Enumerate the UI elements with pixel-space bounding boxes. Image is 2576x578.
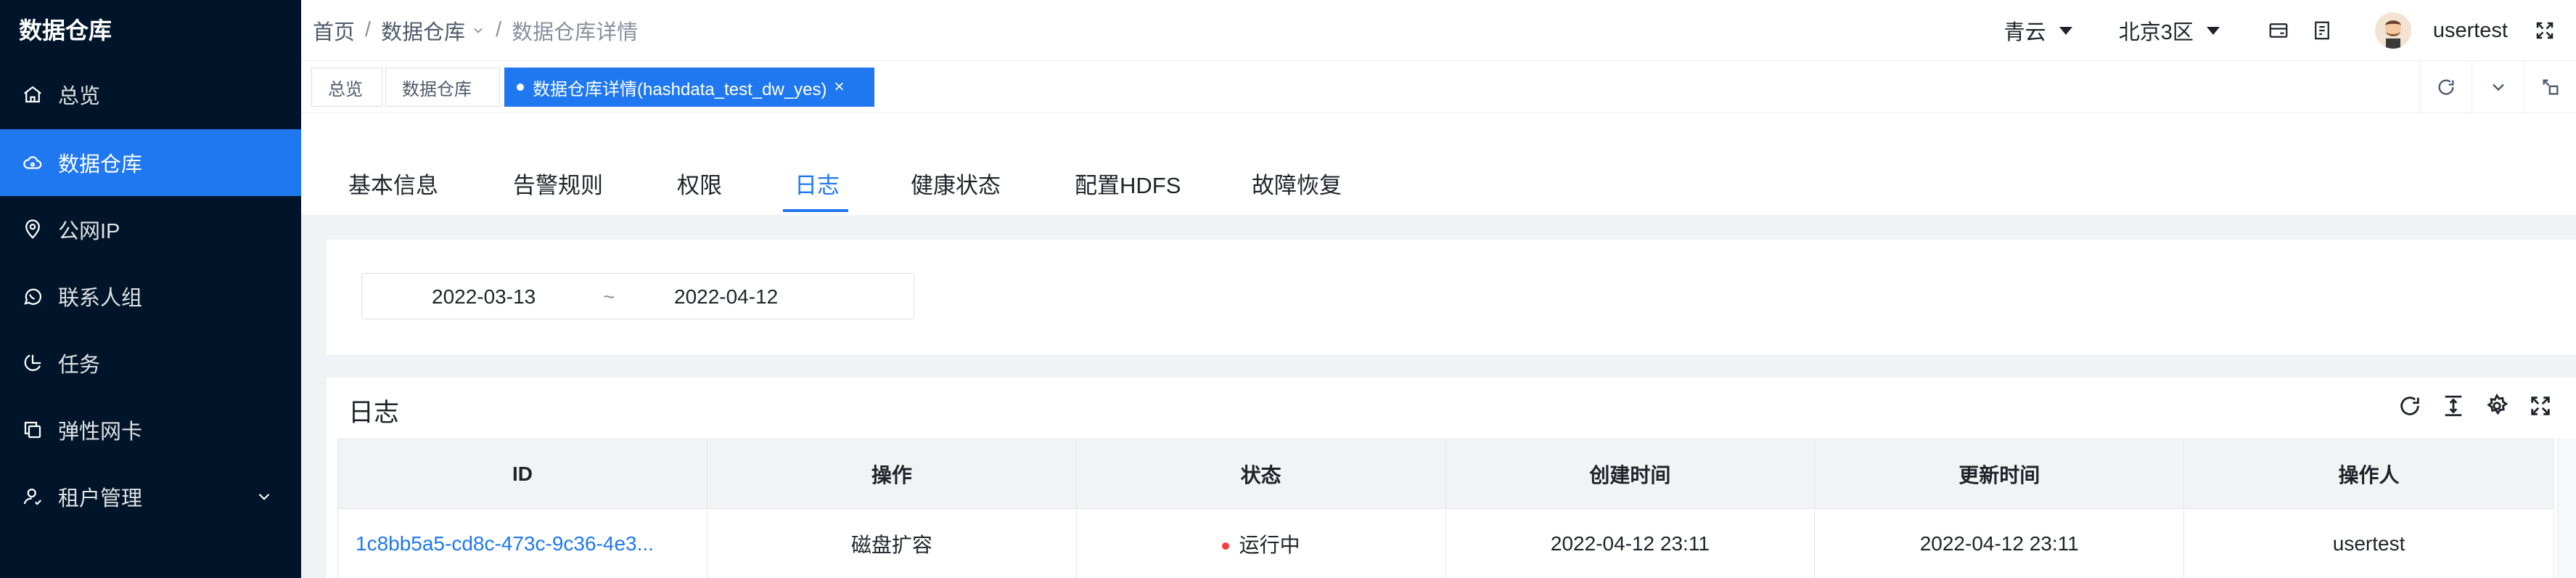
home-icon — [20, 82, 45, 107]
refresh-icon[interactable] — [2396, 392, 2424, 420]
fullscreen-icon[interactable] — [2527, 392, 2554, 420]
tab-alert-rules[interactable]: 告警规则 — [513, 167, 603, 200]
avatar[interactable] — [2374, 12, 2411, 49]
pie-chart-icon — [20, 351, 45, 375]
sidebar-item-tasks[interactable]: 任务 — [0, 330, 301, 396]
log-operator: usertest — [2183, 508, 2554, 578]
tab-fullscreen-button[interactable] — [2524, 61, 2576, 113]
card-icon[interactable] — [2266, 18, 2291, 43]
chat-icon — [20, 284, 45, 309]
sidebar-item-label: 弹性网卡 — [58, 420, 143, 444]
tab-menu-button[interactable] — [2472, 61, 2524, 113]
username[interactable]: usertest — [2433, 19, 2508, 43]
sidebar-item-public-ip[interactable]: 公网IP — [0, 196, 301, 263]
log-table: ID 操作 状态 创建时间 更新时间 操作人 1c8bb5a5-cd8c-473… — [337, 439, 2554, 578]
sidebar: 数据仓库 总览 数据仓库 公网IP 联系人组 任务 弹性网卡 租户管理 — [0, 0, 301, 578]
sidebar-item-label: 租户管理 — [58, 487, 143, 510]
cloud-icon — [20, 150, 45, 175]
log-updated-time: 2022-04-12 23:11 — [1814, 508, 2185, 578]
page-tab-data-warehouse[interactable]: 数据仓库 — [385, 68, 500, 107]
tab-logs[interactable]: 日志 — [795, 167, 840, 200]
column-header-operator[interactable]: 操作人 — [2183, 439, 2554, 509]
tab-tools — [2419, 61, 2576, 113]
chevron-down-icon — [258, 493, 270, 500]
end-date[interactable]: 2022-04-12 — [674, 285, 778, 309]
header-right: 青云 北京3区 usertest — [2004, 0, 2576, 61]
breadcrumb-current: 数据仓库详情 — [512, 20, 639, 44]
top-header: 首页 / 数据仓库 / 数据仓库详情 青云 北京3区 usertest — [301, 0, 2576, 61]
log-operation: 磁盘扩容 — [706, 508, 1077, 578]
log-toolbar — [2380, 392, 2554, 420]
refresh-tab-button[interactable] — [2419, 61, 2472, 113]
region-select-value: 北京3区 — [2118, 21, 2194, 44]
page-tab-label: 数据仓库 — [402, 79, 472, 99]
column-height-icon[interactable] — [2440, 392, 2467, 420]
page-tab-label: 数据仓库详情(hashdata_test_dw_yes) — [533, 79, 827, 99]
sidebar-item-label: 数据仓库 — [58, 153, 143, 176]
column-header-id[interactable]: ID — [337, 439, 707, 509]
log-status-label: 运行中 — [1239, 533, 1300, 556]
fullscreen-icon[interactable] — [2532, 18, 2557, 43]
chevron-down-icon — [2492, 84, 2504, 91]
tab-basic-info[interactable]: 基本信息 — [348, 167, 438, 200]
tab-configure-hdfs[interactable]: 配置HDFS — [1075, 167, 1181, 200]
sidebar-item-contact-groups[interactable]: 联系人组 — [0, 263, 301, 330]
sidebar-item-data-warehouse[interactable]: 数据仓库 — [0, 129, 301, 196]
tab-health-status[interactable]: 健康状态 — [911, 167, 1001, 200]
sidebar-item-elastic-nic[interactable]: 弹性网卡 — [0, 396, 301, 463]
log-id-link[interactable]: 1c8bb5a5-cd8c-473c-9c36-4e3... — [337, 508, 707, 578]
table-header-row: ID 操作 状态 创建时间 更新时间 操作人 — [337, 439, 2554, 509]
expand-icon — [2543, 79, 2558, 95]
page-tab-bar: 总览 数据仓库 数据仓库详情(hashdata_test_dw_yes) × — [301, 61, 2576, 113]
refresh-icon — [2438, 79, 2454, 95]
range-separator: ~ — [603, 285, 615, 308]
table-row: 1c8bb5a5-cd8c-473c-9c36-4e3... 磁盘扩容 运行中 … — [337, 508, 2554, 578]
status-dot-icon — [1221, 542, 1229, 550]
start-date[interactable]: 2022-03-13 — [432, 285, 536, 309]
sidebar-item-tenant-management[interactable]: 租户管理 — [0, 463, 301, 530]
sidebar-item-label: 公网IP — [58, 220, 120, 243]
filter-card: 2022-03-13 ~ 2022-04-12 — [327, 240, 2576, 354]
page-tab-overview[interactable]: 总览 — [311, 68, 382, 107]
cloud-select-value: 青云 — [2003, 21, 2046, 44]
breadcrumb-data-warehouse[interactable]: 数据仓库 — [381, 15, 465, 46]
page-tab-label: 总览 — [328, 79, 363, 99]
region-select[interactable]: 北京3区 — [2119, 15, 2220, 46]
sidebar-item-label: 任务 — [58, 354, 101, 377]
detail-tabs: 基本信息 告警规则 权限 日志 健康状态 配置HDFS 故障恢复 — [301, 113, 2576, 215]
caret-down-icon — [2059, 26, 2072, 35]
user-icon — [20, 484, 45, 509]
caret-down-icon — [2206, 26, 2220, 35]
settings-icon[interactable] — [2483, 392, 2511, 420]
sidebar-item-overview[interactable]: 总览 — [0, 61, 301, 128]
breadcrumb: 首页 / 数据仓库 / 数据仓库详情 — [301, 15, 638, 46]
log-title: 日志 — [348, 399, 400, 427]
active-tab-indicator — [783, 209, 848, 212]
column-header-operation[interactable]: 操作 — [706, 439, 1077, 509]
chevron-down-icon[interactable] — [471, 23, 485, 38]
breadcrumb-separator: / — [365, 18, 372, 41]
column-header-created[interactable]: 创建时间 — [1445, 439, 1816, 509]
sidebar-item-label: 总览 — [58, 85, 101, 108]
column-header-updated[interactable]: 更新时间 — [1814, 439, 2185, 509]
cloud-select[interactable]: 青云 — [2004, 15, 2072, 46]
tab-permissions[interactable]: 权限 — [677, 167, 722, 200]
column-header-status[interactable]: 状态 — [1075, 439, 1446, 509]
log-card: 日志 ID 操作 状态 创建时间 更新时间 操作人 1c8bb5a5-cd8c-… — [327, 378, 2576, 578]
log-created-time: 2022-04-12 23:11 — [1445, 508, 1816, 578]
log-status: 运行中 — [1075, 508, 1446, 578]
tab-fault-recovery[interactable]: 故障恢复 — [1252, 167, 1342, 200]
breadcrumb-home[interactable]: 首页 — [313, 15, 355, 46]
document-icon[interactable] — [2310, 18, 2334, 43]
location-icon — [20, 217, 45, 242]
sidebar-item-label: 联系人组 — [58, 287, 143, 310]
active-dot-icon — [517, 84, 524, 91]
breadcrumb-separator: / — [496, 18, 502, 41]
close-icon[interactable]: × — [834, 77, 845, 97]
app-brand: 数据仓库 — [19, 17, 112, 44]
copy-icon — [20, 418, 45, 442]
date-range-picker[interactable]: 2022-03-13 ~ 2022-04-12 — [361, 273, 914, 319]
vertical-scrollbar[interactable] — [2557, 439, 2576, 578]
page-tab-data-warehouse-detail[interactable]: 数据仓库详情(hashdata_test_dw_yes) × — [504, 68, 874, 107]
